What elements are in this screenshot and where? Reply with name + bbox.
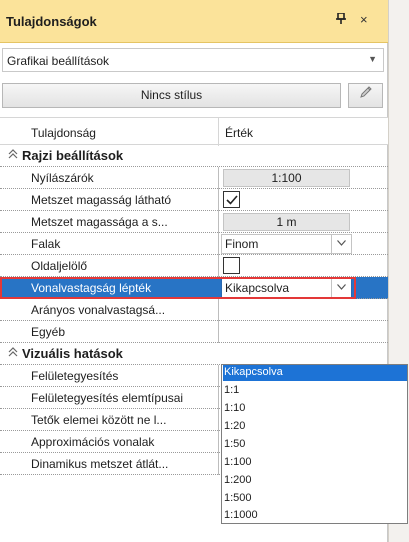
property-value[interactable]: 1 m bbox=[223, 213, 350, 231]
pencil-icon[interactable] bbox=[348, 83, 383, 108]
header-property: Tulajdonság bbox=[31, 126, 96, 140]
chevron-down-icon: ▼ bbox=[368, 54, 377, 64]
dropdown-option[interactable]: 1:50 bbox=[223, 437, 407, 453]
property-name: Felületegyesítés bbox=[31, 369, 119, 383]
dropdown-option[interactable]: 1:1 bbox=[223, 383, 407, 399]
property-name: Metszet magassága a s... bbox=[31, 215, 168, 229]
property-name: Metszet magasság látható bbox=[31, 193, 172, 207]
row-metszet-magassag-lathato[interactable]: Metszet magasság látható bbox=[0, 189, 388, 211]
collapse-chevron-icon[interactable] bbox=[8, 346, 18, 361]
dropdown-option[interactable]: 1:100 bbox=[223, 455, 407, 471]
row-metszet-magassaga[interactable]: Metszet magassága a s... 1 m bbox=[0, 211, 388, 233]
selection-highlight bbox=[0, 277, 356, 299]
group-label: Vizuális hatások bbox=[22, 346, 123, 361]
table-header: Tulajdonság Érték bbox=[0, 117, 388, 146]
dropdown-option[interactable]: 1:500 bbox=[223, 491, 407, 507]
property-name: Dinamikus metszet átlát... bbox=[31, 457, 169, 471]
collapse-chevron-icon[interactable] bbox=[8, 148, 18, 163]
panel-titlebar: Tulajdonságok × bbox=[0, 0, 388, 43]
dropdown-option[interactable]: 1:10 bbox=[223, 401, 407, 417]
style-button[interactable]: Nincs stílus bbox=[2, 83, 341, 108]
falak-combo[interactable]: Finom bbox=[221, 234, 352, 254]
checkbox-checked[interactable] bbox=[223, 191, 240, 208]
property-name: Nyílászárók bbox=[31, 171, 94, 185]
dropdown-option[interactable]: 1:1000 bbox=[223, 508, 407, 524]
row-falak[interactable]: Falak Finom bbox=[0, 233, 388, 255]
group-vizualis-hatasok[interactable]: Vizuális hatások bbox=[0, 343, 388, 365]
property-name: Tetők elemei között ne l... bbox=[31, 413, 167, 427]
property-name: Oldaljelölő bbox=[31, 259, 88, 273]
dropdown-option[interactable]: Kikapcsolva bbox=[223, 365, 407, 381]
property-name: Arányos vonalvastagsá... bbox=[31, 303, 166, 317]
row-oldaljelolo[interactable]: Oldaljelölő bbox=[0, 255, 388, 277]
settings-category-value: Grafikai beállítások bbox=[7, 54, 110, 68]
leptek-dropdown-list[interactable]: Kikapcsolva 1:1 1:10 1:20 1:50 1:100 1:2… bbox=[221, 364, 408, 524]
chevron-down-icon[interactable] bbox=[331, 235, 351, 253]
property-name: Falak bbox=[31, 237, 61, 251]
dropdown-option[interactable]: 1:20 bbox=[223, 419, 407, 435]
combo-value: Finom bbox=[225, 237, 259, 251]
property-value[interactable]: 1:100 bbox=[223, 169, 350, 187]
group-rajzi-beallitasok[interactable]: Rajzi beállítások bbox=[0, 145, 388, 167]
row-vonalvastagsag-leptek[interactable]: Vonalvastagság lépték Kikapcsolva bbox=[0, 277, 388, 299]
pin-icon[interactable] bbox=[336, 12, 346, 27]
property-name: Felületegyesítés elemtípusai bbox=[31, 391, 184, 405]
dropdown-option[interactable]: 1:200 bbox=[223, 473, 407, 489]
property-name: Egyéb bbox=[31, 325, 66, 339]
panel-title: Tulajdonságok bbox=[6, 14, 97, 29]
header-value: Érték bbox=[225, 126, 254, 140]
property-name: Approximációs vonalak bbox=[31, 435, 155, 449]
group-label: Rajzi beállítások bbox=[22, 148, 124, 163]
row-aranyos-vonalvastagsag[interactable]: Arányos vonalvastagsá... bbox=[0, 299, 388, 321]
row-egyeb[interactable]: Egyéb bbox=[0, 321, 388, 343]
row-nyilaszarok[interactable]: Nyílászárók 1:100 bbox=[0, 167, 388, 189]
close-icon[interactable]: × bbox=[360, 12, 368, 27]
settings-category-dropdown[interactable]: Grafikai beállítások ▼ bbox=[2, 48, 384, 72]
checkbox-unchecked[interactable] bbox=[223, 257, 240, 274]
